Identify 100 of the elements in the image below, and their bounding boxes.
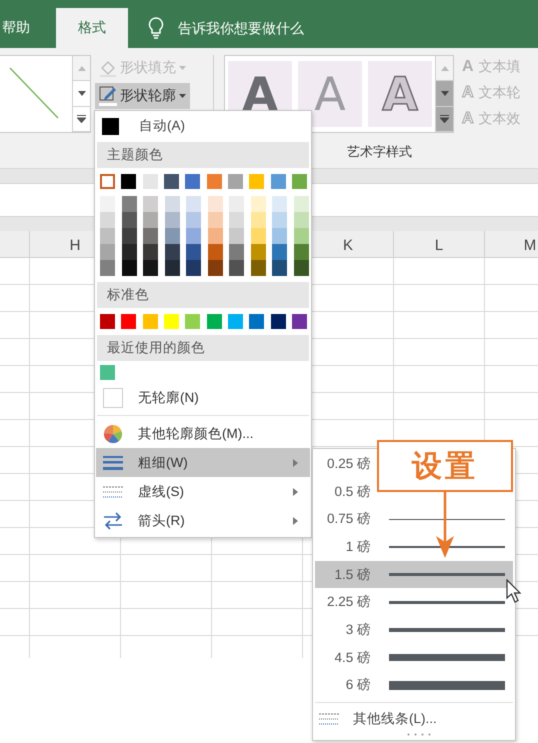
menu-item[interactable]: 6 磅 [315, 672, 513, 700]
ribbon-tab[interactable]: 格式 [56, 8, 128, 48]
color-swatch[interactable] [143, 212, 158, 228]
menu-item[interactable]: 4.5 磅 [315, 644, 513, 672]
color-swatch[interactable] [250, 212, 266, 228]
color-swatch[interactable] [272, 228, 287, 244]
color-swatch[interactable] [208, 212, 222, 228]
menu-item[interactable]: 1 磅 [315, 533, 513, 561]
ribbon-tab[interactable]: 帮助 [0, 8, 48, 48]
menu-item[interactable]: 无轮廓(N) [96, 383, 310, 412]
color-swatch[interactable] [229, 228, 244, 244]
color-swatch[interactable] [272, 212, 287, 228]
color-swatch[interactable] [294, 244, 308, 260]
color-swatch[interactable] [186, 196, 201, 212]
menu-item[interactable]: 粗细(W) [96, 448, 310, 477]
color-swatch[interactable] [122, 212, 136, 228]
scroll-down-button[interactable] [73, 81, 90, 107]
color-swatch[interactable] [206, 174, 222, 189]
color-swatch[interactable] [206, 314, 222, 329]
color-swatch[interactable] [292, 174, 307, 189]
color-swatch[interactable] [229, 196, 244, 212]
color-swatch[interactable] [122, 196, 136, 212]
color-swatch[interactable] [294, 260, 308, 276]
color-swatch[interactable] [164, 260, 180, 276]
color-swatch[interactable] [121, 314, 136, 329]
menu-item[interactable]: 0.75 磅 [315, 505, 513, 534]
color-swatch[interactable] [164, 196, 180, 212]
color-swatch[interactable] [164, 244, 180, 260]
color-swatch[interactable] [250, 244, 266, 260]
color-swatch[interactable] [100, 212, 115, 228]
color-swatch[interactable] [228, 174, 243, 189]
column-header[interactable]: M [485, 231, 538, 257]
shape-outline-button[interactable]: 形状轮廓 [95, 83, 190, 109]
menu-item[interactable]: 2.25 磅 [315, 588, 513, 616]
more-button[interactable] [73, 106, 90, 132]
more-button[interactable] [436, 106, 453, 132]
scroll-down-button[interactable] [436, 81, 453, 107]
color-swatch[interactable] [143, 244, 158, 260]
color-swatch[interactable] [250, 196, 266, 212]
color-swatch[interactable] [249, 314, 264, 329]
color-swatch[interactable] [122, 260, 136, 276]
color-swatch[interactable] [164, 314, 179, 329]
tell-me-search-field[interactable]: 告诉我你想要做什么 [176, 19, 400, 37]
color-swatch[interactable] [292, 314, 307, 329]
color-swatch[interactable] [186, 228, 201, 244]
color-swatch[interactable] [272, 260, 287, 276]
color-swatch[interactable] [229, 212, 244, 228]
color-swatch[interactable] [143, 260, 158, 276]
color-swatch[interactable] [164, 174, 179, 189]
color-swatch[interactable] [272, 196, 287, 212]
menu-item[interactable]: 其他线条(L)... [313, 706, 515, 732]
color-swatch[interactable] [208, 244, 222, 260]
color-swatch[interactable] [186, 244, 201, 260]
color-swatch[interactable] [208, 228, 222, 244]
color-swatch[interactable] [270, 314, 286, 329]
color-swatch[interactable] [294, 212, 308, 228]
color-swatch[interactable] [121, 174, 136, 189]
color-swatch[interactable] [229, 260, 244, 276]
color-swatch[interactable] [122, 244, 136, 260]
menu-item[interactable]: 箭头(R) [96, 506, 310, 535]
color-swatch[interactable] [208, 260, 222, 276]
color-swatch[interactable] [270, 174, 286, 189]
color-swatch[interactable] [100, 314, 115, 329]
color-swatch[interactable] [294, 196, 308, 212]
color-swatch[interactable] [100, 174, 115, 189]
color-swatch[interactable] [143, 228, 158, 244]
column-header[interactable]: L [394, 231, 485, 257]
color-swatch[interactable] [164, 212, 180, 228]
color-swatch[interactable] [100, 228, 115, 244]
color-swatch[interactable] [164, 228, 180, 244]
color-swatch[interactable] [142, 174, 158, 189]
color-swatch[interactable] [100, 196, 115, 212]
color-swatch[interactable] [100, 244, 115, 260]
color-swatch[interactable] [250, 260, 266, 276]
menu-item[interactable]: 自动(A) [139, 117, 185, 135]
color-swatch[interactable] [185, 314, 200, 329]
color-swatch[interactable] [186, 212, 201, 228]
resize-grip-icon [407, 733, 431, 736]
section-header: 主题颜色 [97, 142, 309, 168]
color-swatch[interactable] [250, 228, 266, 244]
color-swatch[interactable] [186, 260, 201, 276]
color-swatch[interactable] [208, 196, 222, 212]
color-swatch[interactable] [229, 244, 244, 260]
menu-item[interactable]: 1.5 磅 [315, 560, 513, 588]
color-swatch[interactable] [185, 174, 200, 189]
color-swatch[interactable] [272, 244, 287, 260]
color-swatch[interactable] [228, 314, 243, 329]
color-swatch[interactable] [249, 174, 264, 189]
menu-item[interactable]: 虚线(S) [96, 477, 310, 506]
section-header: 最近使用的颜色 [97, 335, 309, 361]
color-swatch[interactable] [142, 314, 158, 329]
menu-item[interactable]: 3 磅 [315, 616, 513, 644]
color-swatch[interactable] [102, 118, 119, 134]
color-swatch[interactable] [122, 228, 136, 244]
color-swatch[interactable] [143, 196, 158, 212]
color-swatch[interactable] [100, 365, 115, 380]
section-header: 标准色 [97, 282, 309, 308]
menu-item[interactable]: 其他轮廓颜色(M)... [96, 419, 310, 448]
color-swatch[interactable] [100, 260, 115, 276]
color-swatch[interactable] [294, 228, 308, 244]
